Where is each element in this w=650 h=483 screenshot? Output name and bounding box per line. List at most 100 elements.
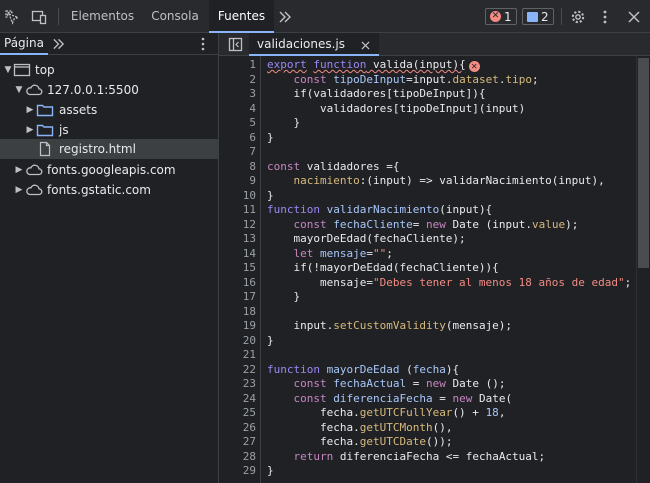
more-tabs-icon[interactable] [274,0,296,33]
code-line[interactable]: validadores[tipoDeInput](input) [267,102,525,117]
code-line[interactable]: const validadores ={ [267,160,399,175]
code-line[interactable]: let mensaje=""; [267,247,393,262]
tab-elementos[interactable]: Elementos [64,0,141,33]
line-number[interactable]: 17 [222,290,256,305]
collapsed-arrow-icon[interactable]: ▶ [14,180,24,200]
code-line[interactable]: const fechaCliente= new Date (input.valu… [267,217,579,233]
tree-item-fonts-gstatic[interactable]: ▶ fonts.gstatic.com [0,180,218,200]
more-navigator-tabs-icon[interactable] [52,38,65,53]
code-line[interactable]: const fechaActual = new Date (); [267,377,506,392]
code-token: new [425,377,446,390]
line-number[interactable]: 20 [222,334,256,349]
line-number[interactable]: 8 [222,160,256,175]
code-line[interactable]: mensaje="Debes tener al menos 18 años de… [267,276,631,291]
line-number[interactable]: 23 [222,377,256,392]
code-line[interactable]: mayorDeEdad(fechaCliente); [267,232,465,247]
code-line[interactable]: fecha.getUTCMonth(), [267,421,452,436]
line-number[interactable]: 6 [222,131,256,146]
expanded-arrow-icon[interactable]: ▼ [14,80,24,100]
line-number[interactable]: 2 [222,73,256,88]
collapsed-arrow-icon[interactable]: ▶ [25,100,35,120]
code-line[interactable]: if(!mayorDeEdad(fechaCliente)){ [267,261,498,276]
line-number[interactable]: 19 [222,319,256,334]
messages-badge[interactable]: 2 [522,8,554,25]
line-number[interactable]: 27 [222,435,256,450]
close-tab-icon[interactable] [361,39,370,53]
line-number[interactable]: 7 [222,145,256,160]
code-line[interactable]: return diferenciaFecha <= fechaActual; [267,450,546,465]
code-token: getUTCMonth [359,420,433,434]
code-token: ( [399,362,413,376]
code-line[interactable]: fecha.getUTCDate()); [267,435,452,450]
line-number[interactable]: 16 [222,276,256,291]
line-number[interactable]: 28 [222,450,256,465]
code-line[interactable]: if(validadores[tipoDeInput]){ [267,87,485,102]
line-number[interactable]: 11 [222,203,256,218]
tree-item-fonts-googleapis[interactable]: ▶ fonts.googleapis.com [0,160,218,180]
code-line[interactable]: } [267,116,300,131]
expanded-arrow-icon[interactable]: ▼ [3,60,13,80]
code-line[interactable]: const diferenciaFecha = new Date( [267,392,513,407]
code-token: (mensaje); [445,319,513,332]
line-number[interactable]: 12 [222,218,256,233]
code-line[interactable]: fecha.getUTCFullYear() + 18, [267,406,505,421]
collapsed-arrow-icon[interactable]: ▶ [14,160,24,180]
line-number[interactable]: 29 [222,464,256,479]
line-number[interactable]: 14 [222,247,256,262]
line-number[interactable]: 25 [222,406,256,421]
code-line[interactable]: nacimiento:(input) => validarNacimiento(… [267,174,605,189]
line-number[interactable]: 3 [222,87,256,102]
line-number[interactable]: 26 [222,421,256,436]
line-number[interactable]: 13 [222,232,256,247]
tab-consola[interactable]: Consola [141,0,209,33]
device-toolbar-icon[interactable] [28,0,50,33]
line-number[interactable]: 18 [222,305,256,320]
settings-gear-icon[interactable] [567,0,589,33]
code-token: validadores ={ [300,159,400,173]
code-line[interactable]: } [267,464,274,479]
code-line[interactable]: function mayorDeEdad (fecha){ [267,363,459,378]
file-tab-validaciones[interactable]: validaciones.js [249,33,379,56]
code-token: :(input) => validarNacimiento(input), [359,174,605,187]
code-line[interactable]: } [267,290,300,305]
code-line[interactable]: } [267,189,274,204]
tree-item-top[interactable]: ▼ top [0,60,218,80]
code-token: mayorDeEdad [326,362,400,376]
code-line[interactable]: export function valida(input){✕ [267,58,480,73]
line-number[interactable]: 24 [222,392,256,407]
collapsed-arrow-icon[interactable]: ▶ [25,120,35,140]
line-number[interactable]: 10 [222,189,256,204]
code-area[interactable]: 1 2 3 4 5 6 7 8 9 10 11 12 13 14 15 16 17 18 19 20 21 22 23 24 2… [219,56,650,483]
line-number[interactable]: 9 [222,174,256,189]
line-number[interactable]: 22 [222,363,256,378]
code-line[interactable]: const tipoDeInput=input.dataset.tipo; [267,73,539,88]
vertical-scrollbar-track[interactable] [636,56,650,483]
tree-item-js[interactable]: ▶ js [0,120,218,140]
tab-fuentes[interactable]: Fuentes [209,0,274,33]
line-number-gutter[interactable]: 1 2 3 4 5 6 7 8 9 10 11 12 13 14 15 16 17 18 19 20 21 22 23 24 2… [219,56,261,483]
vertical-scrollbar-thumb[interactable] [638,58,649,268]
line-number[interactable]: 1 [222,58,256,73]
code-token: } [267,333,274,347]
inline-error-icon[interactable]: ✕ [468,61,480,72]
navigator-menu-icon[interactable] [201,37,205,54]
tree-item-assets[interactable]: ▶ assets [0,100,218,120]
code-line[interactable]: input.setCustomValidity(mensaje); [267,319,512,334]
tree-item-localhost[interactable]: ▼ 127.0.0.1:5500 [0,80,218,100]
tree-item-registro-html[interactable]: registro.html [0,139,218,159]
close-devtools-icon[interactable] [624,0,644,33]
code-token: value [531,217,566,231]
more-options-icon[interactable] [595,0,615,33]
line-number[interactable]: 21 [222,348,256,363]
code-line[interactable]: } [267,131,274,146]
code-line[interactable]: } [267,334,274,349]
line-number[interactable]: 5 [222,116,256,131]
line-number[interactable]: 15 [222,261,256,276]
errors-badge[interactable]: ✕ 1 [485,8,517,25]
line-number[interactable]: 4 [222,102,256,117]
toggle-navigator-icon[interactable] [228,37,243,55]
tab-pagina[interactable]: Página [0,33,48,55]
inspect-element-icon[interactable] [2,0,22,33]
code-line[interactable]: function validarNacimiento(input){ [267,203,492,218]
